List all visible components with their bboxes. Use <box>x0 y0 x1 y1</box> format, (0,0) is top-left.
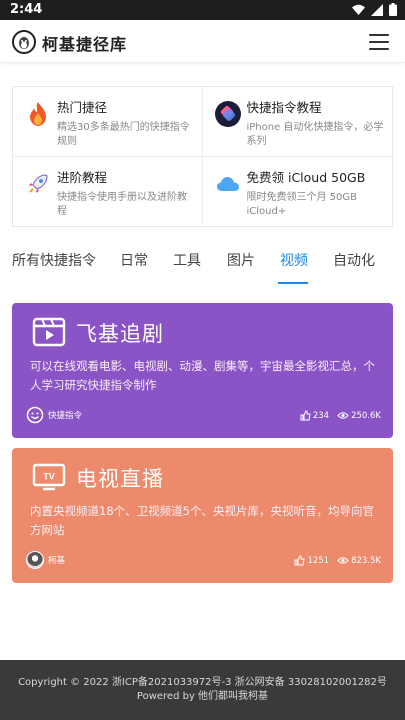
card-stats: 234 250.6K <box>300 410 381 421</box>
eye-icon <box>337 412 349 419</box>
hamburger-menu-button[interactable] <box>369 34 389 50</box>
signal-icon <box>371 3 383 16</box>
footer: Copyright © 2022 浙ICP备2021033972号-3 浙公网安… <box>0 660 405 720</box>
tab-images[interactable]: 图片 <box>227 250 255 270</box>
card-title: 电视直播 <box>76 467 164 491</box>
feature-hot-shortcuts[interactable]: 热门捷径 精选30多条最热门的快捷指令规则 <box>13 87 203 157</box>
author-name: 柯基 <box>48 556 66 566</box>
card-title: 飞基追剧 <box>76 322 164 346</box>
feature-desc: 精选30多条最热门的快捷指令规则 <box>57 122 190 147</box>
like-stat[interactable]: 234 <box>300 410 329 421</box>
view-stat: 250.6K <box>337 411 381 421</box>
app-header: 柯基捷径库 <box>0 20 405 63</box>
feature-desc: 限时免费领三个月 50GB iCloud+ <box>246 191 358 217</box>
brand-title[interactable]: 柯基捷径库 <box>42 31 127 55</box>
avatar <box>26 551 44 569</box>
tv-icon: TV <box>32 463 66 491</box>
eye-icon <box>337 557 349 564</box>
cloud-icon <box>216 176 239 191</box>
wifi-icon <box>352 4 365 15</box>
thumbs-up-icon <box>294 555 306 566</box>
status-bar: 2:44 <box>0 0 405 20</box>
view-stat: 823.5K <box>337 556 381 566</box>
tab-tools[interactable]: 工具 <box>173 250 201 270</box>
feature-title: 热门捷径 <box>57 100 108 115</box>
card-description: 可以在线观看电影、电视剧、动漫、剧集等，宇宙最全影视汇总，个人学习研究快捷指令制… <box>30 359 375 392</box>
shortcuts-icon <box>214 101 241 127</box>
tab-all-shortcuts[interactable]: 所有快捷指令 <box>12 250 96 270</box>
feature-grid: 热门捷径 精选30多条最热门的快捷指令规则 快捷指令教程 iPhone 自动化快… <box>12 86 393 227</box>
like-count: 1251 <box>307 555 330 566</box>
feature-title: 快捷指令教程 <box>246 100 322 115</box>
view-count: 823.5K <box>351 555 381 566</box>
copyright-text[interactable]: Copyright © 2022 浙ICP备2021033972号-3 浙公网安… <box>0 676 405 690</box>
feature-title: 免费领 iCloud 50GB <box>246 169 366 185</box>
like-stat[interactable]: 1251 <box>294 555 329 566</box>
feature-desc: iPhone 自动化快捷指令，必学系列 <box>246 122 384 147</box>
feature-desc: 快捷指令使用手册以及进阶教程 <box>57 191 187 217</box>
view-count: 250.6K <box>351 410 381 421</box>
card-author[interactable]: 柯基 <box>26 551 65 569</box>
tab-daily[interactable]: 日常 <box>120 250 148 270</box>
feature-title: 进阶教程 <box>57 169 108 185</box>
svg-text:TV: TV <box>43 472 55 482</box>
rocket-icon <box>29 173 48 193</box>
feature-free-icloud[interactable]: 免费领 iCloud 50GB 限时免费领三个月 50GB iCloud+ <box>203 157 393 227</box>
shortcut-card[interactable]: 飞基追剧 可以在线观看电影、电视剧、动漫、剧集等，宇宙最全影视汇总，个人学习研究… <box>12 303 393 438</box>
feature-advanced-tutorial[interactable]: 进阶教程 快捷指令使用手册以及进阶教程 <box>13 156 203 226</box>
active-tab-indicator <box>278 282 308 284</box>
shortcut-card[interactable]: TV 电视直播 内置央视频道18个、卫视频道5个、央视片库，央视听音，均导向官方… <box>12 448 393 583</box>
card-author[interactable]: 快捷指令 <box>26 406 82 424</box>
card-description: 内置央视频道18个、卫视频道5个、央视片库，央视听音，均导向官方网站 <box>30 504 374 537</box>
feature-shortcut-tutorial[interactable]: 快捷指令教程 iPhone 自动化快捷指令，必学系列 <box>202 87 392 157</box>
category-tabs: 所有快捷指令 日常 工具 图片 视频 自动化 <box>12 246 402 286</box>
author-name: 快捷指令 <box>48 411 83 421</box>
film-icon <box>32 317 66 347</box>
corgi-logo-icon[interactable] <box>12 30 36 54</box>
status-icons <box>352 3 397 16</box>
powered-by-text[interactable]: Powered by 他们都叫我柯基 <box>0 690 405 704</box>
smiley-avatar-icon <box>26 406 44 424</box>
tab-video[interactable]: 视频 <box>280 250 308 270</box>
fire-icon <box>30 102 46 126</box>
tab-automation[interactable]: 自动化 <box>333 250 375 270</box>
thumbs-up-icon <box>300 410 311 421</box>
like-count: 234 <box>312 410 330 421</box>
card-stats: 1251 823.5K <box>294 555 381 566</box>
battery-icon <box>389 3 397 16</box>
status-time: 2:44 <box>10 2 43 17</box>
